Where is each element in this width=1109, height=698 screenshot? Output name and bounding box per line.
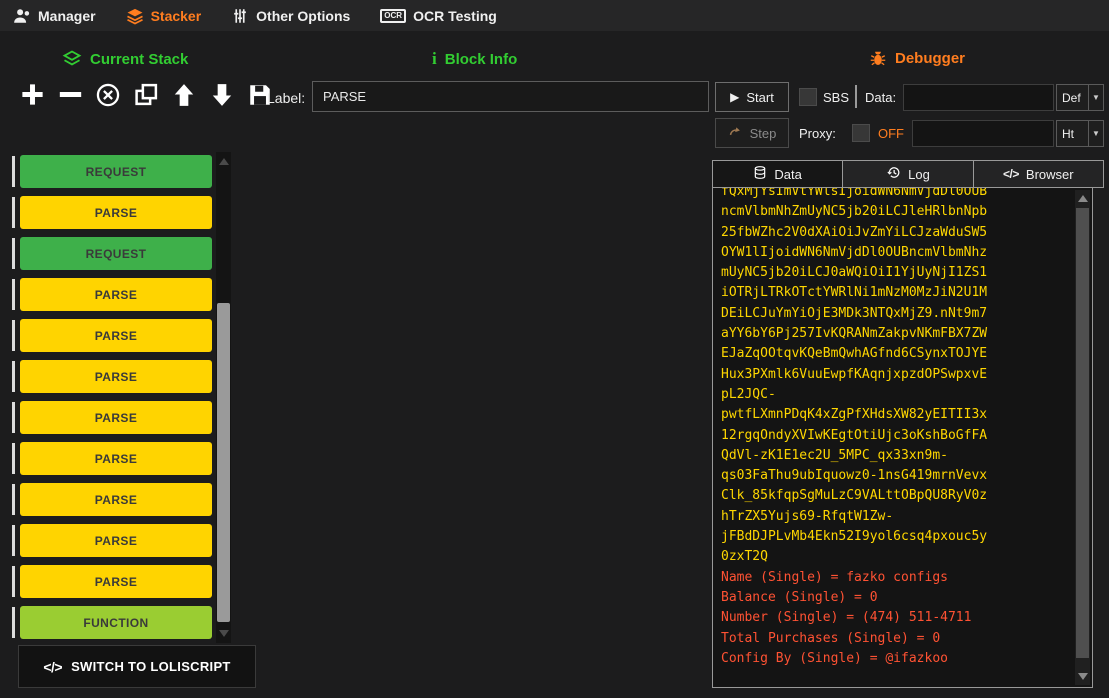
stack-block[interactable]: PARSE: [20, 524, 212, 557]
minus-icon: [57, 81, 84, 111]
output-scrollbar[interactable]: [1075, 190, 1090, 685]
stack-block[interactable]: FUNCTION: [20, 606, 212, 639]
stack-block[interactable]: PARSE: [20, 401, 212, 434]
captured-data-text: Name (Single) = fazko configs Balance (S…: [721, 568, 1063, 669]
code-icon: </>: [1003, 167, 1019, 181]
sliders-icon: [231, 7, 249, 25]
nav-manager[interactable]: Manager: [13, 7, 96, 25]
tab-browser-label: Browser: [1026, 167, 1074, 182]
debugger-tabs: Data Log </> Browser: [712, 160, 1104, 188]
debugger-output-panel: fQxMjYsImVtYWlsIjoidWN6NmVjdDl0OUB ncmVl…: [712, 187, 1093, 688]
move-block-up-button[interactable]: [168, 79, 200, 113]
clone-block-button[interactable]: [130, 79, 162, 113]
bug-icon: [869, 49, 887, 67]
controls-divider: [855, 85, 857, 108]
scroll-up-icon[interactable]: [219, 158, 229, 165]
stack-diamond-icon: [62, 49, 82, 69]
scroll-down-icon[interactable]: [1078, 673, 1088, 680]
stack-block[interactable]: PARSE: [20, 278, 212, 311]
tab-browser[interactable]: </> Browser: [973, 160, 1104, 188]
nav-ocr-testing[interactable]: OCR OCR Testing: [380, 8, 497, 24]
manager-user-icon: [13, 7, 31, 25]
database-icon: [753, 165, 767, 183]
move-block-down-button[interactable]: [206, 79, 238, 113]
stack-block-list: REQUEST PARSE REQUEST PARSE PARSE PARSE …: [20, 155, 212, 647]
sbs-checkbox[interactable]: [799, 88, 817, 106]
stack-block[interactable]: PARSE: [20, 565, 212, 598]
scroll-up-icon[interactable]: [1078, 195, 1088, 202]
output-scrollbar-thumb[interactable]: [1076, 208, 1089, 658]
debugger-output-text: fQxMjYsImVtYWlsIjoidWN6NmVjdDl0OUB ncmVl…: [721, 187, 1063, 669]
step-arrow-icon: [728, 125, 743, 142]
block-label-input[interactable]: [312, 81, 709, 112]
proxy-type-value: Ht: [1057, 127, 1088, 141]
response-text: fQxMjYsImVtYWlsIjoidWN6NmVjdDl0OUB ncmVl…: [721, 187, 1063, 568]
nav-ocr-label: OCR Testing: [413, 8, 497, 24]
current-stack-header: Current Stack: [62, 49, 188, 69]
stack-scrollbar-thumb[interactable]: [217, 303, 230, 622]
arrow-up-icon: [171, 82, 197, 111]
stack-block[interactable]: PARSE: [20, 196, 212, 229]
ocr-icon: OCR: [380, 9, 406, 23]
chevron-down-icon: ▼: [1088, 85, 1103, 110]
copy-icon: [134, 82, 159, 110]
wordlist-type-dropdown[interactable]: Def ▼: [1056, 84, 1104, 111]
stack-block[interactable]: PARSE: [20, 483, 212, 516]
stack-layers-icon: [126, 7, 144, 25]
data-input[interactable]: [903, 84, 1054, 111]
sbs-label: SBS: [823, 90, 849, 105]
stack-block[interactable]: PARSE: [20, 442, 212, 475]
switch-to-loliscript-button[interactable]: </> SWITCH TO LOLISCRIPT: [18, 645, 256, 688]
debugger-header: Debugger: [869, 49, 965, 67]
scroll-down-icon[interactable]: [219, 630, 229, 637]
nav-manager-label: Manager: [38, 8, 96, 24]
add-block-button[interactable]: [16, 79, 48, 113]
nav-stacker[interactable]: Stacker: [126, 7, 202, 25]
proxy-checkbox[interactable]: [852, 124, 870, 142]
start-button[interactable]: ▶ Start: [715, 82, 789, 112]
block-info-header: i Block Info: [432, 49, 517, 69]
tab-data[interactable]: Data: [712, 160, 843, 188]
stack-scrollbar[interactable]: [216, 152, 231, 643]
stack-toolbar: [16, 79, 276, 113]
step-button[interactable]: Step: [715, 118, 789, 148]
nav-other-options-label: Other Options: [256, 8, 350, 24]
stack-block[interactable]: PARSE: [20, 360, 212, 393]
start-button-label: Start: [746, 90, 773, 105]
plus-icon: [19, 81, 46, 111]
disable-block-button[interactable]: [92, 79, 124, 113]
debugger-title: Debugger: [895, 50, 965, 67]
tab-data-label: Data: [774, 167, 801, 182]
nav-stacker-label: Stacker: [151, 8, 202, 24]
history-clock-icon: [886, 165, 901, 183]
tab-log-label: Log: [908, 167, 930, 182]
arrow-down-icon: [209, 82, 235, 111]
top-navbar: Manager Stacker Other Options OCR OCR Te…: [0, 0, 1109, 31]
chevron-down-icon: ▼: [1088, 121, 1103, 146]
stack-block[interactable]: PARSE: [20, 319, 212, 352]
stack-block[interactable]: REQUEST: [20, 155, 212, 188]
circle-x-icon: [95, 82, 121, 111]
remove-block-button[interactable]: [54, 79, 86, 113]
proxy-label: Proxy:: [799, 126, 836, 141]
block-info-title: Block Info: [445, 51, 518, 68]
info-icon: i: [432, 49, 437, 69]
proxy-status: OFF: [878, 126, 904, 141]
code-icon: </>: [43, 659, 62, 675]
proxy-type-dropdown[interactable]: Ht ▼: [1056, 120, 1104, 147]
nav-other-options[interactable]: Other Options: [231, 7, 350, 25]
current-stack-title: Current Stack: [90, 51, 188, 68]
data-label: Data:: [865, 90, 896, 105]
proxy-input[interactable]: [912, 120, 1054, 147]
switch-button-label: SWITCH TO LOLISCRIPT: [71, 659, 231, 674]
tab-log[interactable]: Log: [842, 160, 973, 188]
block-label-caption: Label:: [267, 90, 305, 106]
stack-block[interactable]: REQUEST: [20, 237, 212, 270]
step-button-label: Step: [750, 126, 777, 141]
play-icon: ▶: [730, 90, 739, 104]
wordlist-type-value: Def: [1057, 91, 1088, 105]
